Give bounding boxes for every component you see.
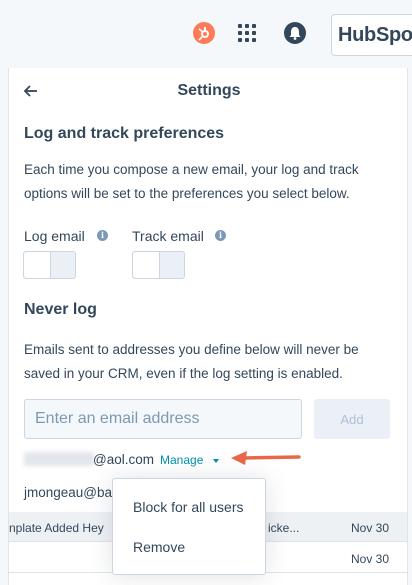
- menu-item-remove[interactable]: Remove: [133, 539, 185, 555]
- track-email-info-icon[interactable]: i: [215, 230, 226, 241]
- add-button[interactable]: Add: [314, 399, 390, 439]
- toggle-knob: [24, 252, 51, 278]
- table-cell: icke...: [268, 521, 300, 535]
- annotation-arrow: [231, 451, 301, 465]
- never-log-email: @aol.com: [93, 452, 154, 467]
- track-email-toggle[interactable]: [132, 251, 185, 279]
- log-track-heading: Log and track preferences: [24, 125, 225, 142]
- email-address-input[interactable]: [24, 399, 302, 439]
- chevron-down-icon[interactable]: [213, 459, 219, 463]
- notifications-bell-icon[interactable]: [284, 22, 306, 44]
- app-grid-icon[interactable]: [238, 24, 256, 42]
- brand-text: HubSpot: [338, 24, 412, 46]
- table-date: Nov 30: [351, 552, 390, 566]
- never-log-email: jmongeau@ba: [24, 485, 113, 500]
- never-log-heading: Never log: [24, 301, 97, 318]
- hubspot-sprocket-icon[interactable]: [193, 22, 215, 44]
- top-navigation-bar: HubSpot: [0, 0, 412, 68]
- hubspot-logo: HubSpot: [331, 14, 412, 56]
- log-email-info-icon[interactable]: i: [97, 230, 108, 241]
- table-date: Nov 30: [351, 521, 390, 535]
- log-email-label: Log email: [24, 228, 85, 244]
- page-title: Settings: [177, 82, 241, 99]
- table-cell: nplate Added Hey: [9, 521, 104, 535]
- menu-item-block-for-all-users[interactable]: Block for all users: [133, 499, 243, 515]
- log-track-description: Each time you compose a new email, your …: [24, 162, 359, 201]
- track-email-label: Track email: [132, 228, 204, 244]
- never-log-description: Emails sent to addresses you define belo…: [24, 342, 359, 381]
- manage-dropdown-button[interactable]: Manage: [160, 453, 203, 467]
- log-email-toggle[interactable]: [23, 251, 76, 279]
- toggle-knob: [133, 252, 160, 278]
- manage-dropdown-menu: Block for all users Remove: [112, 478, 266, 575]
- redacted-email-prefix: [24, 452, 94, 466]
